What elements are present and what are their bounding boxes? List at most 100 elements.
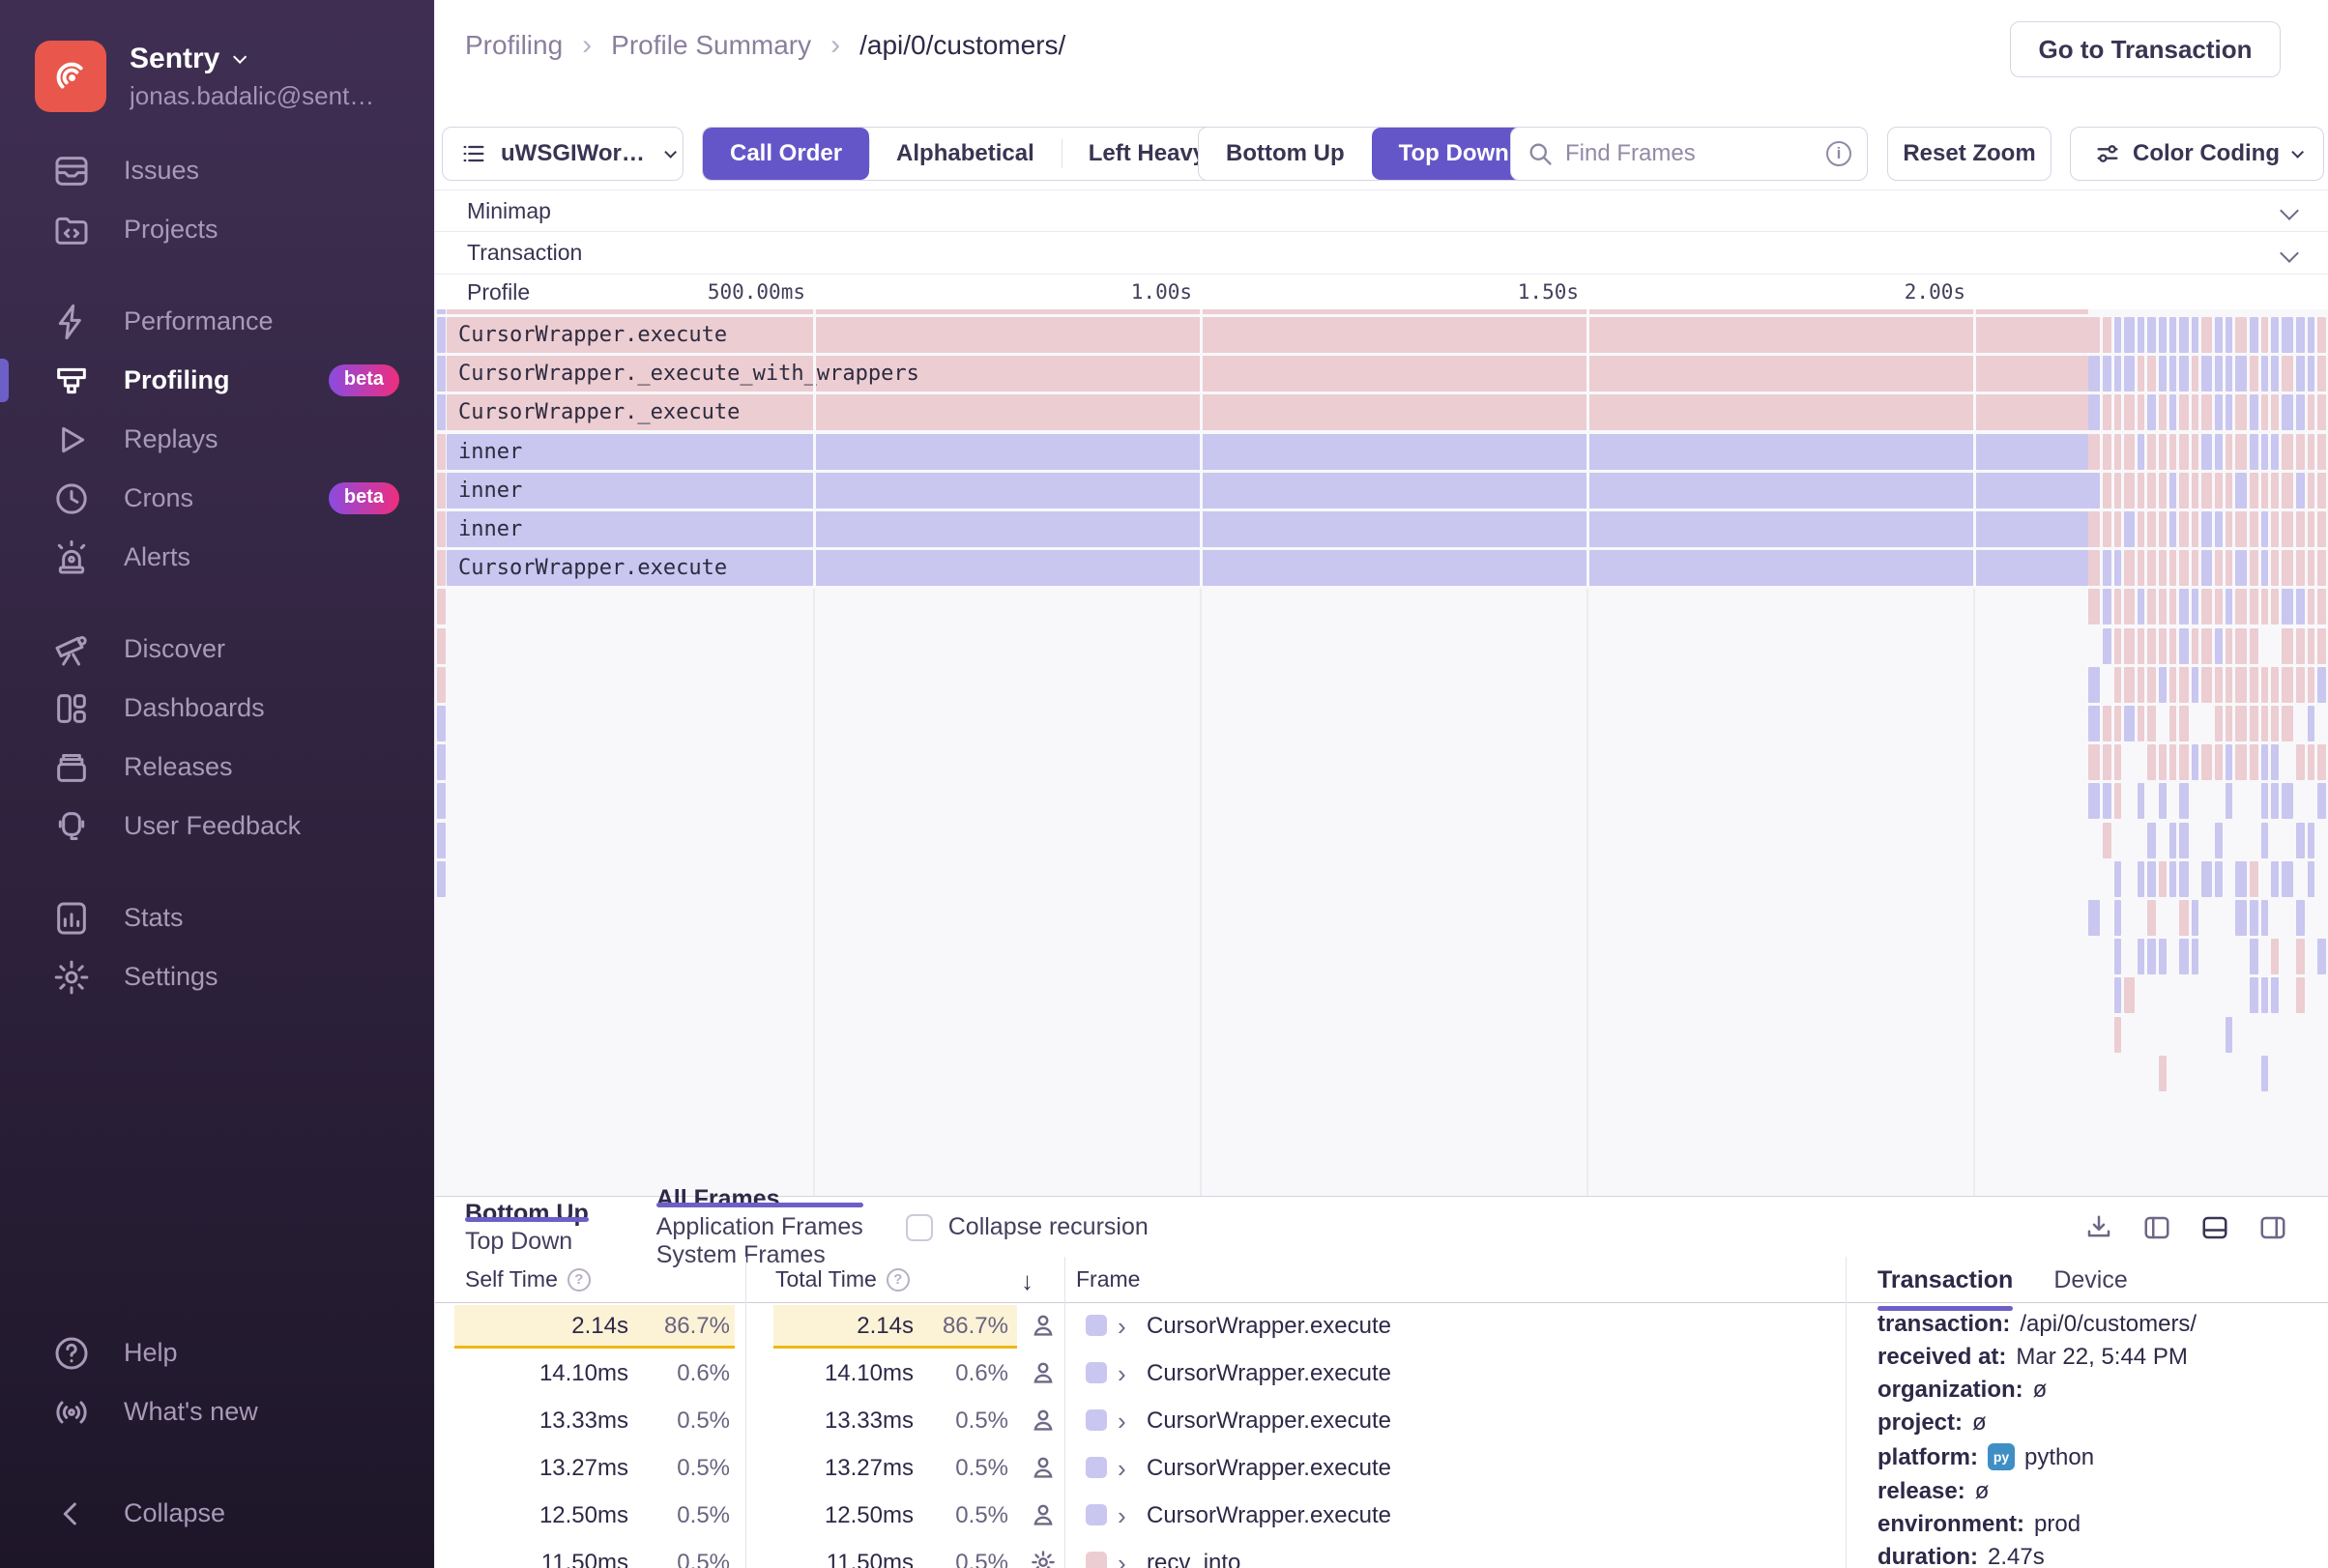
tab-top-down[interactable]: Top Down xyxy=(465,1228,589,1256)
sidebar-item-projects[interactable]: Projects xyxy=(0,200,434,259)
tab-bottom-up[interactable]: Bottom Up xyxy=(465,1200,589,1228)
user-icon[interactable] xyxy=(1029,1311,1058,1340)
color-coding-button[interactable]: Color Coding xyxy=(2070,127,2324,181)
reset-zoom-button[interactable]: Reset Zoom xyxy=(1887,127,2052,181)
flame-bar xyxy=(2114,356,2121,392)
transaction-section[interactable]: Transaction xyxy=(435,232,2328,275)
tab-all-frames[interactable]: All Frames xyxy=(655,1185,863,1213)
layout-right-panel-icon[interactable] xyxy=(2256,1213,2289,1242)
flame-frame-inner[interactable]: inner xyxy=(447,433,2088,470)
user-icon[interactable] xyxy=(1029,1500,1058,1529)
sort-direction-icon[interactable]: ↓ xyxy=(1021,1266,1033,1296)
sidebar-item-label: Releases xyxy=(124,752,233,781)
flame-bar xyxy=(2250,977,2258,1014)
sidebar-item-help[interactable]: Help xyxy=(0,1323,434,1382)
sidebar-item-profiling[interactable]: Profiling beta xyxy=(0,351,434,410)
flame-bar xyxy=(2308,394,2314,431)
layout-bottom-panel-icon[interactable] xyxy=(2198,1213,2231,1242)
sidebar-item-settings[interactable]: Settings xyxy=(0,947,434,1006)
flame-bar xyxy=(2169,317,2176,353)
collapse-recursion-toggle[interactable]: Collapse recursion xyxy=(905,1213,1149,1241)
user-icon[interactable] xyxy=(1029,1406,1058,1435)
sidebar-item-dashboards[interactable]: Dashboards xyxy=(0,679,434,738)
flame-frame-cursorwrapper-execute[interactable]: CursorWrapper.execute xyxy=(447,317,2088,353)
self-time-header[interactable]: Self Time? xyxy=(465,1266,591,1292)
sort-option-alphabetical[interactable]: Alphabetical xyxy=(869,128,1062,180)
sidebar-item-releases[interactable]: Releases xyxy=(0,738,434,797)
settings-icon xyxy=(50,956,93,999)
flame-bar xyxy=(2235,394,2247,431)
sidebar-item-crons[interactable]: Crons beta xyxy=(0,469,434,528)
flame-bar xyxy=(2192,472,2198,508)
flame-bar xyxy=(2114,589,2121,625)
flame-bar xyxy=(2308,627,2314,664)
total-time-value: 13.27ms xyxy=(824,1455,914,1481)
flame-frame-inner[interactable]: inner xyxy=(447,472,2088,508)
view-option-bottom-up[interactable]: Bottom Up xyxy=(1199,128,1372,180)
find-frames-input[interactable] xyxy=(1565,140,1815,167)
minimap-section[interactable]: Minimap xyxy=(435,189,2328,232)
frame-header[interactable]: Frame xyxy=(1076,1266,1140,1292)
flame-bar xyxy=(2296,666,2305,703)
details-tab-device[interactable]: Device xyxy=(2053,1266,2127,1303)
sidebar-item-user-feedback[interactable]: User Feedback xyxy=(0,797,434,856)
flame-bar xyxy=(2271,706,2279,741)
flame-frame-cursorwrapper-execute[interactable]: CursorWrapper._execute xyxy=(447,394,2088,431)
sidebar-item-discover[interactable]: Discover xyxy=(0,620,434,679)
total-time-header[interactable]: Total Time? xyxy=(775,1266,910,1292)
find-frames-searchbox[interactable]: i xyxy=(1510,127,1868,181)
profile-axis: Profile 500.00ms 1.00s 1.50s 2.00s xyxy=(435,275,2328,309)
thread-selector[interactable]: uWSGIWor… xyxy=(442,127,684,181)
layout-left-panel-icon[interactable] xyxy=(2140,1213,2173,1242)
flamegraph-canvas[interactable]: CursorWrapper.execute CursorWrapper._exec… xyxy=(435,309,2328,1197)
flame-frame-inner[interactable]: inner xyxy=(447,511,2088,547)
flame-bar xyxy=(2159,860,2167,897)
flame-bar xyxy=(2261,977,2268,1014)
details-field-key: received at: xyxy=(1877,1344,2007,1370)
total-time-value: 11.50ms xyxy=(826,1550,914,1568)
flame-frame-cursorwrapper-execute[interactable]: CursorWrapper.execute xyxy=(447,550,2088,587)
flame-bar xyxy=(2147,900,2156,936)
sort-option-call-order[interactable]: Call Order xyxy=(703,128,870,180)
flame-bar xyxy=(2147,394,2156,431)
flame-bar xyxy=(2138,394,2144,431)
sidebar-item-issues[interactable]: Issues xyxy=(0,141,434,200)
user-icon[interactable] xyxy=(1029,1358,1058,1387)
sidebar-item-stats[interactable]: Stats xyxy=(0,888,434,947)
download-icon[interactable] xyxy=(2082,1213,2115,1242)
sidebar-item-replays[interactable]: Replays xyxy=(0,410,434,469)
breadcrumb-profile-summary[interactable]: Profile Summary xyxy=(611,30,811,61)
flame-bar xyxy=(2282,860,2293,897)
flame-bar xyxy=(2201,550,2212,587)
details-field-key: environment: xyxy=(1877,1511,2025,1537)
details-field-value: python xyxy=(2024,1443,2095,1470)
tab-application-frames[interactable]: Application Frames xyxy=(656,1213,863,1241)
expand-chevron-icon: › xyxy=(1118,1501,1126,1530)
flame-bar xyxy=(2124,317,2135,353)
details-field-key: duration: xyxy=(1877,1544,1978,1568)
breadcrumb-profiling[interactable]: Profiling xyxy=(465,30,563,61)
gear-icon[interactable] xyxy=(1029,1548,1058,1568)
sidebar-item-label: Alerts xyxy=(124,542,191,571)
sidebar-item-performance[interactable]: Performance xyxy=(0,292,434,351)
flame-bar xyxy=(2271,511,2279,547)
sidebar-item-alerts[interactable]: Alerts xyxy=(0,528,434,587)
self-time-value: 13.27ms xyxy=(538,1455,628,1481)
sidebar-collapse-button[interactable]: Collapse xyxy=(0,1484,434,1543)
flame-bar xyxy=(2317,589,2326,625)
flame-bar xyxy=(2308,706,2314,741)
collapse-recursion-checkbox[interactable] xyxy=(905,1213,933,1241)
flame-bar xyxy=(437,317,446,353)
org-switcher[interactable]: Sentry jonas.badalic@sent… xyxy=(35,41,434,112)
user-icon[interactable] xyxy=(1029,1453,1058,1482)
details-tab-transaction[interactable]: Transaction xyxy=(1877,1266,2014,1311)
sidebar-item-what-s-new[interactable]: What's new xyxy=(0,1382,434,1441)
go-to-transaction-button[interactable]: Go to Transaction xyxy=(2010,21,2281,77)
flame-bar xyxy=(2215,589,2223,625)
flame-bar xyxy=(2192,317,2198,353)
self-time-value: 13.33ms xyxy=(538,1408,628,1434)
flame-bar xyxy=(2159,511,2167,547)
flame-bar xyxy=(437,860,446,897)
flame-bar xyxy=(2159,472,2167,508)
flame-frame-cursorwrapper-execute-with-wrappers[interactable]: CursorWrapper._execute_with_wrappers xyxy=(447,356,2088,392)
